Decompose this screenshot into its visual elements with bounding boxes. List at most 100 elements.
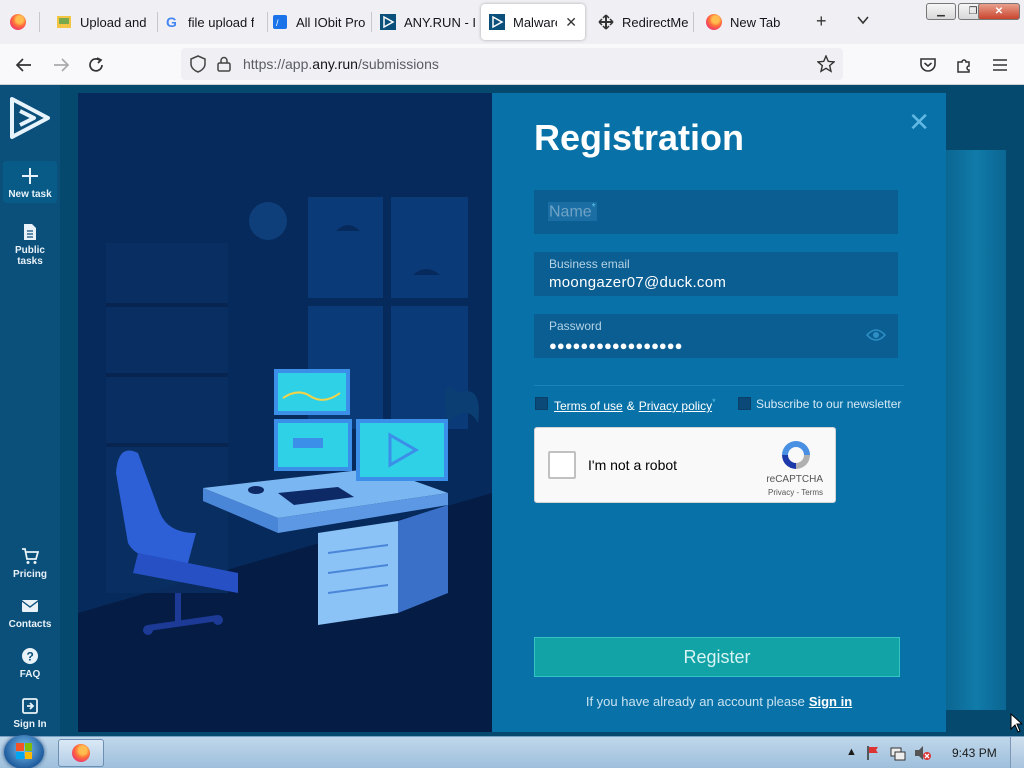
tracking-protection-shield-icon[interactable] [187,53,209,75]
firefox-icon [72,744,90,762]
sidebar-item-pricing[interactable]: Pricing [3,545,57,580]
minimize-window-button[interactable]: ▁ [926,3,956,20]
mail-icon [3,595,57,617]
iobit-icon: / [272,14,288,30]
reload-icon[interactable] [85,54,107,76]
newsletter-label: Subscribe to our newsletter [756,397,902,411]
tab-upload[interactable]: Upload and [56,4,158,40]
extensions-puzzle-icon[interactable] [953,54,975,76]
sidebar-item-label: Contacts [8,619,52,630]
sidebar-item-public-tasks[interactable]: Public tasks [3,221,57,267]
password-label: Password [549,319,602,333]
sidebar-item-contacts[interactable]: Contacts [3,595,57,630]
close-tab-icon[interactable]: ✕ [565,14,577,31]
password-value: ●●●●●●●●●●●●●●●●● [549,338,683,353]
navigation-toolbar: https://app.any.run/submissions [0,44,1024,85]
tab-label: New Tab [730,14,781,30]
url-domain: any.run [312,56,358,72]
recaptcha-widget: I'm not a robot reCAPTCHA Privacy - Term… [534,427,836,503]
firefox-view-button[interactable] [10,4,40,40]
mouse-cursor-icon [1010,712,1024,738]
tab-google[interactable]: G file upload f [164,4,268,40]
anyrun-logo-icon[interactable] [6,93,54,143]
sidebar-item-label: Pricing [13,569,47,580]
tab-label: ANY.RUN - I [404,14,476,30]
workspace-illustration [78,93,492,732]
new-tab-plus-icon[interactable]: + [816,12,827,30]
sidebar-item-label: FAQ [19,669,41,680]
name-placeholder: Name* [548,202,597,222]
system-clock[interactable]: 9:43 PM [952,746,997,760]
action-center-flag-icon[interactable] [866,745,882,764]
sidebar-item-label: Public tasks [14,245,45,267]
sidebar-item-label: New task [8,189,52,200]
url-text: https://app.any.run/submissions [243,56,439,72]
email-label: Business email [549,257,630,271]
list-all-tabs-chevron-icon[interactable] [856,12,870,30]
business-email-field[interactable]: Business email moongazer07@duck.com [534,252,898,296]
name-field[interactable]: Name* [534,190,898,234]
sign-in-link[interactable]: Sign in [809,694,852,709]
cart-icon [3,545,57,567]
sidebar-item-new-task[interactable]: New task [3,161,57,203]
back-arrow-icon[interactable] [13,54,35,76]
divider [534,385,904,386]
recaptcha-label: I'm not a robot [588,457,678,473]
tab-label: file upload f [188,14,254,30]
url-prefix: https://app. [243,56,313,72]
hamburger-menu-icon[interactable] [989,54,1011,76]
close-modal-icon[interactable]: ✕ [908,107,930,138]
tab-redirectme[interactable]: RedirectMe [598,4,694,40]
tab-anyrun[interactable]: ANY.RUN - I [380,4,476,40]
tab-iobit[interactable]: / All IObit Pro [272,4,372,40]
recaptcha-brand: reCAPTCHA [766,474,823,485]
privacy-policy-link[interactable]: Privacy policy [639,399,712,413]
anyrun-icon [380,14,396,30]
terms-of-use-link[interactable]: Terms of use [554,399,623,413]
password-field[interactable]: Password ●●●●●●●●●●●●●●●●● [534,314,898,358]
windows-taskbar: ▲ 9:43 PM [0,735,1024,768]
required-mark: * [591,202,596,213]
sidebar-item-label: Sign In [13,719,47,730]
tab-newtab[interactable]: New Tab [706,4,802,40]
url-path: /submissions [357,56,439,72]
sidebar-item-sign-in[interactable]: Sign In [3,695,57,730]
show-hidden-icons-chevron-icon[interactable]: ▲ [846,746,857,758]
newsletter-checkbox[interactable] [738,397,751,410]
help-icon: ? [3,645,57,667]
show-password-eye-icon[interactable] [865,328,887,347]
tab-label: All IObit Pro [296,14,366,30]
sidebar-item-faq[interactable]: ? FAQ [3,645,57,680]
start-button[interactable] [4,735,44,768]
tab-label: Malware [513,14,558,30]
registration-title: Registration [534,117,745,158]
network-icon[interactable] [890,745,906,764]
url-bar[interactable]: https://app.any.run/submissions [181,48,843,80]
signin-icon [3,695,57,717]
recaptcha-checkbox[interactable] [548,451,576,479]
show-desktop-button[interactable] [1010,737,1024,768]
tab-malware-active[interactable]: Malware ✕ [481,4,585,40]
svg-text:G: G [166,14,177,30]
register-button[interactable]: Register [534,637,900,677]
terms-checkbox[interactable] [535,397,548,410]
app-sidebar: New task Public tasks Pricing Contacts ?… [0,85,60,736]
recaptcha-privacy-terms-links[interactable]: Privacy - Terms [768,488,823,497]
signin-prompt-text: If you have already an account please [585,694,805,709]
terms-ampersand: & [626,399,635,413]
tab-label: RedirectMe [622,14,689,30]
plus-icon [3,165,57,187]
taskbar-firefox-button[interactable] [58,739,104,767]
pocket-icon[interactable] [917,54,939,76]
registration-form-panel: Registration ✕ Name* Business email moon… [492,93,946,732]
close-window-button[interactable]: ✕ [978,3,1020,20]
bookmark-star-icon[interactable] [815,53,837,75]
firefox-icon [706,14,722,30]
windows-logo-icon [16,743,32,759]
lock-icon[interactable] [213,53,235,75]
recaptcha-logo-icon [779,438,813,472]
backdrop-glow [946,150,1006,710]
volume-muted-icon[interactable] [914,745,932,764]
forward-arrow-icon[interactable] [50,54,72,76]
upload-page-icon [56,14,72,30]
